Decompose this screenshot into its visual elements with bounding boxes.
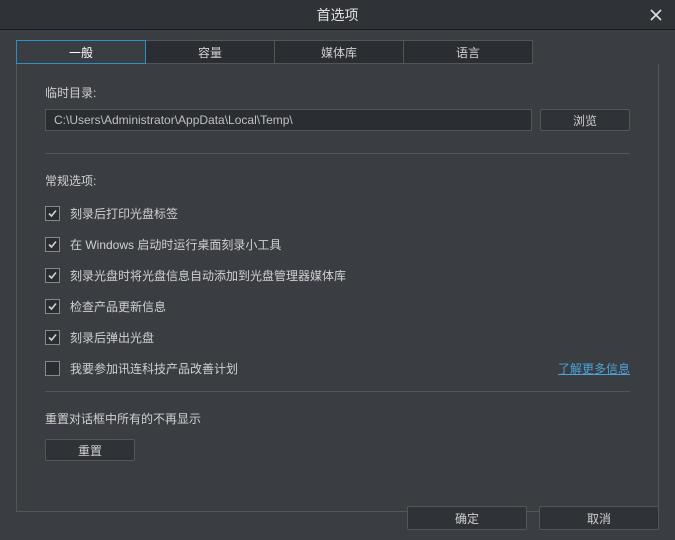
tab-panel-general: 临时目录: C:\Users\Administrator\AppData\Loc… [16, 64, 659, 512]
checkbox-eject-after-burn-text: 刻录后弹出光盘 [70, 329, 154, 346]
checkbox-auto-add-media-text: 刻录光盘时将光盘信息自动添加到光盘管理器媒体库 [70, 267, 346, 284]
check-icon [47, 332, 58, 343]
checkbox-startup-gadget[interactable] [45, 237, 60, 252]
checkbox-improvement-program-text: 我要参加讯连科技产品改善计划 [70, 360, 238, 377]
general-options-label: 常规选项: [45, 172, 630, 189]
checkbox-check-updates-text: 检查产品更新信息 [70, 298, 166, 315]
checkbox-auto-add-media[interactable] [45, 268, 60, 283]
tempdir-input[interactable]: C:\Users\Administrator\AppData\Local\Tem… [45, 109, 532, 131]
tab-language[interactable]: 语言 [403, 40, 533, 64]
ok-button[interactable]: 确定 [407, 506, 527, 530]
checkbox-eject-after-burn[interactable] [45, 330, 60, 345]
browse-button[interactable]: 浏览 [540, 109, 630, 131]
reset-dialogs-label: 重置对话框中所有的不再显示 [45, 410, 630, 427]
checkbox-improvement-program[interactable] [45, 361, 60, 376]
dialog-footer: 确定 取消 [407, 506, 659, 530]
checkbox-startup-gadget-text: 在 Windows 启动时运行桌面刻录小工具 [70, 236, 281, 253]
separator [45, 391, 630, 392]
window-title: 首选项 [317, 5, 359, 25]
check-icon [47, 208, 58, 219]
learn-more-link[interactable]: 了解更多信息 [558, 360, 630, 377]
titlebar: 首选项 [0, 0, 675, 30]
tab-capacity[interactable]: 容量 [145, 40, 275, 64]
close-icon [649, 8, 663, 22]
check-icon [47, 301, 58, 312]
tab-general[interactable]: 一般 [16, 40, 146, 64]
reset-button[interactable]: 重置 [45, 439, 135, 461]
checkbox-print-label-text: 刻录后打印光盘标签 [70, 205, 178, 222]
check-icon [47, 270, 58, 281]
tabstrip: 一般 容量 媒体库 语言 [0, 30, 675, 64]
check-icon [47, 239, 58, 250]
cancel-button[interactable]: 取消 [539, 506, 659, 530]
tempdir-label: 临时目录: [45, 84, 630, 101]
separator [45, 153, 630, 154]
checkbox-check-updates[interactable] [45, 299, 60, 314]
close-button[interactable] [645, 4, 667, 26]
tab-media[interactable]: 媒体库 [274, 40, 404, 64]
checkbox-print-label[interactable] [45, 206, 60, 221]
